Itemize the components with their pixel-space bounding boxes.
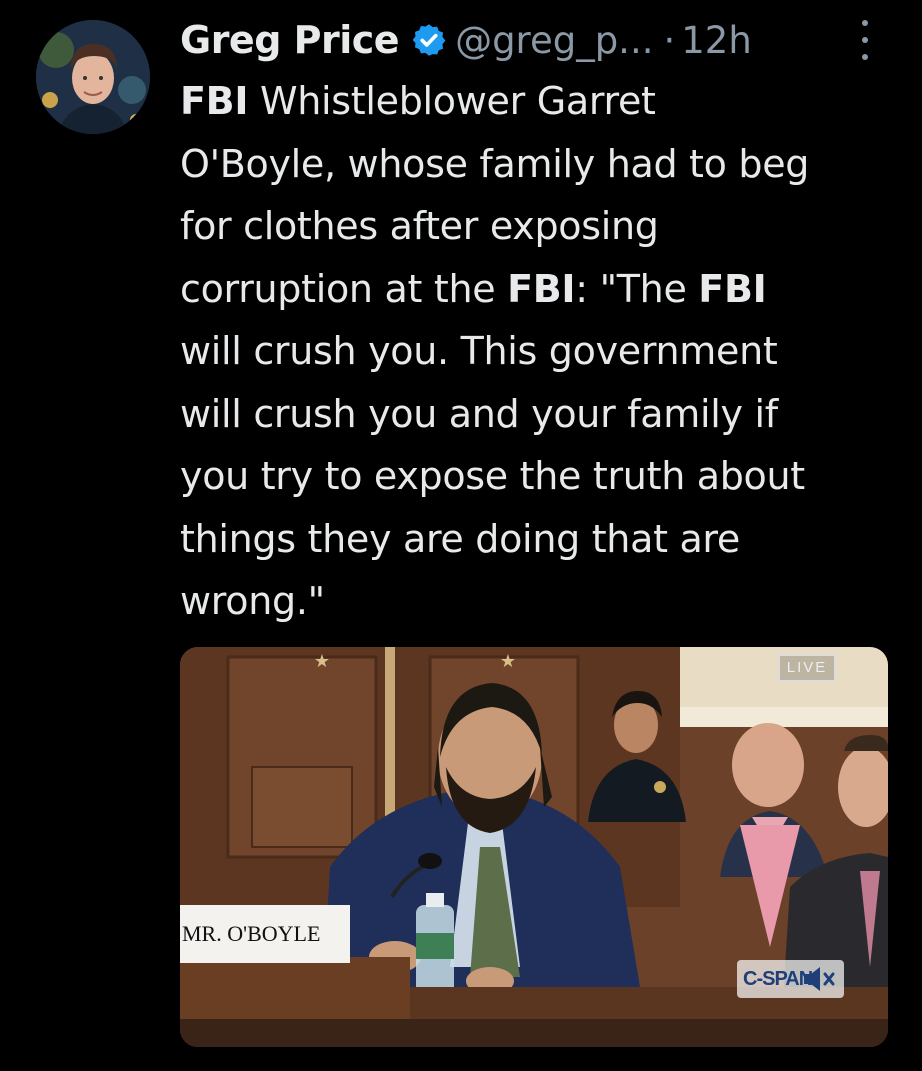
text-segment: O'Boyle, whose family had to beg: [180, 141, 810, 186]
tweet-text-line: O'Boyle, whose family had to beg: [180, 133, 900, 196]
avatar[interactable]: [36, 20, 150, 134]
verified-badge-icon: [412, 24, 446, 56]
author-name[interactable]: Greg Price: [180, 18, 400, 62]
live-badge: LIVE: [778, 654, 836, 682]
tweet-timestamp[interactable]: 12h: [681, 19, 752, 62]
text-segment: things they are doing that are: [180, 516, 740, 561]
witness-nameplate: MR. O'BOYLE: [180, 905, 350, 963]
text-segment: will crush you. This government: [180, 329, 778, 373]
svg-text:★: ★: [314, 651, 330, 672]
tweet-text-line: you try to expose the truth about: [180, 445, 900, 508]
text-segment: you try to expose the truth about: [180, 454, 805, 498]
text-segment: for clothes after exposing: [180, 204, 659, 248]
text-segment: wrong.": [180, 579, 325, 623]
svg-text:★: ★: [500, 651, 516, 672]
tweet-text-line: corruption at the FBI: "The FBI: [180, 258, 900, 321]
bold-text-segment: FBI: [507, 266, 576, 311]
tweet-text-line: things they are doing that are: [180, 508, 900, 571]
tweet-text-line: will crush you. This government: [180, 320, 900, 383]
bold-text-segment: FBI: [180, 79, 249, 123]
separator-dot: ·: [663, 18, 676, 62]
text-segment: Whistleblower Garret: [248, 79, 656, 123]
tweet-text-line: will crush you and your family if: [180, 383, 900, 446]
tweet-header: Greg Price @greg_p... · 12h: [180, 14, 910, 66]
tweet-text-line: wrong.": [180, 570, 900, 633]
tweet-text-line: FBI Whistleblower Garret: [180, 70, 900, 133]
author-handle[interactable]: @greg_p...: [455, 19, 653, 62]
text-segment: will crush you and your family if: [180, 391, 778, 436]
tweet-text-line: for clothes after exposing: [180, 195, 900, 258]
text-segment: corruption at the: [180, 266, 508, 311]
bold-text-segment: FBI: [698, 266, 767, 311]
text-segment: : "The: [575, 266, 699, 311]
tweet-text: FBI Whistleblower Garret O'Boyle, whose f…: [180, 70, 900, 633]
avatar-photo: [36, 20, 150, 134]
speaker-muted-icon[interactable]: [800, 962, 840, 996]
more-options-icon[interactable]: [855, 20, 875, 60]
